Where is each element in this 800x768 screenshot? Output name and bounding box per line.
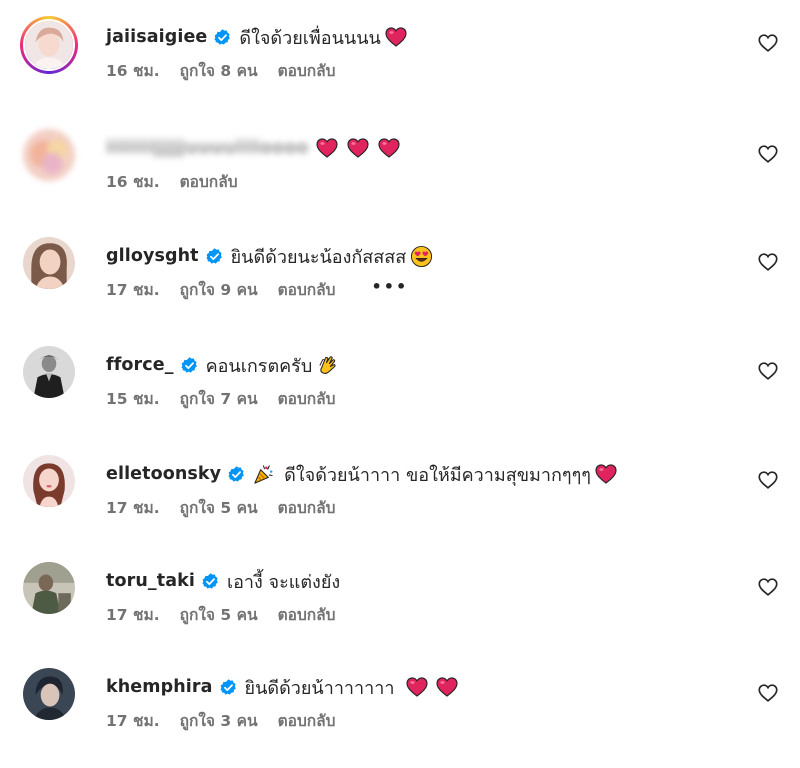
comment-item: elletoonsky ดีใจด้วยน้าาาา ขอให้มีความสุ… xyxy=(0,455,800,555)
heart-outline-icon[interactable] xyxy=(757,32,779,54)
red-heart-emoji xyxy=(385,27,407,47)
comment-time: 16 ชม. xyxy=(106,61,160,80)
comment-time: 17 ชม. xyxy=(106,280,160,299)
comment-time: 17 ชม. xyxy=(106,605,160,624)
avatar[interactable] xyxy=(23,346,75,398)
avatar[interactable] xyxy=(20,16,78,74)
comment-username[interactable]: jaiisaigiee xyxy=(106,27,207,47)
avatar[interactable] xyxy=(23,455,75,507)
likes-count-link[interactable]: ถูกใจ 5 คน xyxy=(180,495,258,520)
comment-username[interactable]: elletoonsky xyxy=(106,464,221,484)
comment-item: glloysght ยินดีด้วยนะน้องกัสสสส 17 ชม. ถ… xyxy=(0,237,800,337)
heart-outline-icon[interactable] xyxy=(757,576,779,598)
comment-item: fforce_ คอนเกรตครับ 15 ชม. ถูกใจ 7 คน ตอ… xyxy=(0,346,800,446)
red-heart-emoji xyxy=(347,138,369,158)
reply-button[interactable]: ตอบกลับ xyxy=(278,495,336,520)
verified-badge-icon xyxy=(205,247,224,266)
heart-outline-icon[interactable] xyxy=(757,143,779,165)
comment-text: เอางี้ จะแต่งยัง xyxy=(226,571,341,593)
comment-username[interactable]: khemphira xyxy=(106,677,213,697)
reply-button[interactable]: ตอบกลับ xyxy=(278,277,336,302)
reply-button[interactable]: ตอบกลับ xyxy=(180,169,238,194)
likes-count-link[interactable]: ถูกใจ 7 คน xyxy=(180,386,258,411)
verified-badge-icon xyxy=(227,465,246,484)
red-heart-emoji xyxy=(316,138,338,158)
red-heart-emoji xyxy=(378,138,400,158)
verified-badge-icon xyxy=(180,356,199,375)
comment-time: 17 ชม. xyxy=(106,711,160,730)
avatar[interactable] xyxy=(23,562,75,614)
heart-outline-icon[interactable] xyxy=(757,469,779,491)
likes-count-link[interactable]: ถูกใจ 9 คน xyxy=(180,277,258,302)
comment-time: 15 ชม. xyxy=(106,389,160,408)
comment-text: ยินดีด้วยนะน้องกัสสสส xyxy=(230,246,407,268)
verified-badge-icon xyxy=(213,28,232,47)
likes-count-link[interactable]: ถูกใจ 3 คน xyxy=(180,708,258,733)
verified-badge-icon xyxy=(201,572,220,591)
comment-username[interactable]: glloysght xyxy=(106,246,199,266)
red-heart-emoji xyxy=(406,677,429,697)
avatar[interactable] xyxy=(23,237,75,289)
reply-button[interactable]: ตอบกลับ xyxy=(278,58,336,83)
red-heart-emoji xyxy=(595,464,617,484)
avatar[interactable] xyxy=(23,129,75,181)
more-options-icon[interactable]: ••• xyxy=(372,277,409,296)
comment-text: คอนเกรตครับ xyxy=(205,355,313,377)
comment-item: toru_taki เอางี้ จะแต่งยัง 17 ชม. ถูกใจ … xyxy=(0,562,800,662)
red-heart-emoji xyxy=(436,677,459,697)
likes-count-link[interactable]: ถูกใจ 5 คน xyxy=(180,602,258,627)
avatar[interactable] xyxy=(23,668,75,720)
reply-button[interactable]: ตอบกลับ xyxy=(278,708,336,733)
comment-time: 17 ชม. xyxy=(106,498,160,517)
reply-button[interactable]: ตอบกลับ xyxy=(278,386,336,411)
verified-badge-icon xyxy=(219,678,238,697)
comment-item: jaiisaigiee ดีใจด้วยเพื่อนนนน 16 ชม. ถูก… xyxy=(0,16,800,118)
comment-username[interactable]: fforce_ xyxy=(106,355,174,375)
comment-username[interactable]: iiiiiiiijjjjjuuuuiiiioooo xyxy=(106,138,308,158)
comment-text: ดีใจด้วยเพื่อนนนน xyxy=(239,27,381,49)
comment-item: iiiiiiiijjjjjuuuuiiiioooo 16 ชม. ตอบกลับ xyxy=(0,129,800,229)
comment-text: ดีใจด้วยน้าาาา ขอให้มีความสุขมากๆๆๆ xyxy=(284,464,591,486)
clapping-hands-emoji xyxy=(316,354,339,377)
heart-outline-icon[interactable] xyxy=(757,682,779,704)
likes-count-link[interactable]: ถูกใจ 8 คน xyxy=(180,58,258,83)
comment-item: khemphira ยินดีด้วยน้าาาาาาา 17 ชม. ถูกใ… xyxy=(0,668,800,768)
comment-username[interactable]: toru_taki xyxy=(106,571,195,591)
party-popper-emoji xyxy=(252,463,275,486)
comment-time: 16 ชม. xyxy=(106,172,160,191)
heart-eyes-face-emoji xyxy=(410,245,433,268)
heart-outline-icon[interactable] xyxy=(757,360,779,382)
comment-text: ยินดีด้วยน้าาาาาาา xyxy=(244,677,395,699)
heart-outline-icon[interactable] xyxy=(757,251,779,273)
reply-button[interactable]: ตอบกลับ xyxy=(278,602,336,627)
comment-list: jaiisaigiee ดีใจด้วยเพื่อนนนน 16 ชม. ถูก… xyxy=(0,0,800,751)
